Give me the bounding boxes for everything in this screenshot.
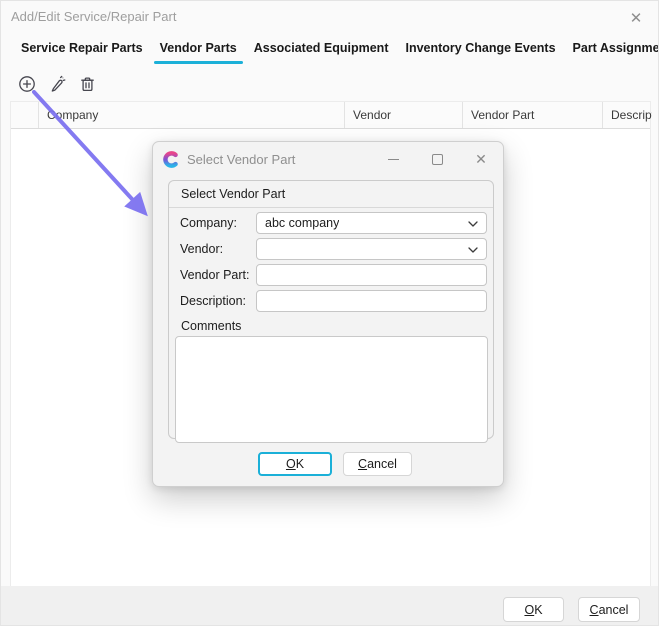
company-combobox[interactable]: abc company <box>256 212 487 234</box>
add-circle-icon <box>17 74 37 94</box>
tab-inventory-change-events[interactable]: Inventory Change Events <box>405 41 555 64</box>
magic-pen-icon <box>48 75 67 94</box>
vendor-label: Vendor: <box>180 242 256 256</box>
tab-part-assignments[interactable]: Part Assignments <box>573 41 659 64</box>
delete-vendor-part-button[interactable] <box>77 74 97 94</box>
edit-vendor-part-button[interactable] <box>47 74 67 94</box>
modal-close-icon[interactable]: ✕ <box>459 142 503 177</box>
chevron-down-icon <box>468 216 478 230</box>
vendor-part-row: Vendor Part: <box>180 264 487 286</box>
ok-button[interactable]: OK <box>503 597 564 622</box>
vendor-parts-toolbar <box>17 74 97 94</box>
modal-title: Select Vendor Part <box>187 152 371 167</box>
vendor-part-input[interactable] <box>256 264 487 286</box>
description-row: Description: <box>180 290 487 312</box>
modal-cancel-button[interactable]: Cancel <box>343 452 412 476</box>
trash-icon <box>78 75 97 94</box>
modal-window-controls: ✕ <box>371 142 503 177</box>
chevron-down-icon <box>468 242 478 256</box>
company-label: Company: <box>180 216 256 230</box>
vendor-row: Vendor: <box>180 238 487 260</box>
select-vendor-part-groupbox: Select Vendor Part Company: abc company … <box>168 180 494 439</box>
modal-ok-button[interactable]: OK <box>258 452 332 476</box>
window-title: Add/Edit Service/Repair Part <box>11 9 176 24</box>
tab-bar: Service Repair Parts Vendor Parts Associ… <box>21 41 659 64</box>
groupbox-title: Select Vendor Part <box>169 181 493 208</box>
add-vendor-part-button[interactable] <box>17 74 37 94</box>
tab-service-repair-parts[interactable]: Service Repair Parts <box>21 41 143 64</box>
column-header-selector[interactable] <box>11 102 39 128</box>
app-logo-icon <box>163 151 180 168</box>
company-combobox-value: abc company <box>265 216 339 230</box>
vendor-part-form: Company: abc company Vendor: <box>169 212 493 443</box>
dialog-footer: OK Cancel <box>1 586 658 625</box>
column-header-vendor-part[interactable]: Vendor Part <box>463 102 603 128</box>
maximize-icon[interactable] <box>415 142 459 177</box>
ok-button-label: OK <box>524 603 542 617</box>
add-edit-service-repair-part-window: Add/Edit Service/Repair Part ✕ Service R… <box>0 0 659 626</box>
minimize-icon[interactable] <box>371 142 415 177</box>
window-close-icon[interactable]: ✕ <box>622 5 650 31</box>
company-row: Company: abc company <box>180 212 487 234</box>
select-vendor-part-modal: Select Vendor Part ✕ Select Vendor Part … <box>152 141 504 487</box>
modal-cancel-label: Cancel <box>358 457 397 471</box>
modal-ok-label: OK <box>286 457 304 471</box>
vendor-combobox[interactable] <box>256 238 487 260</box>
comments-textarea[interactable] <box>175 336 488 443</box>
vendor-part-label: Vendor Part: <box>180 268 256 282</box>
column-header-company[interactable]: Company <box>39 102 345 128</box>
column-header-description[interactable]: Description <box>603 102 652 128</box>
tab-associated-equipment[interactable]: Associated Equipment <box>254 41 389 64</box>
comments-label: Comments <box>181 319 493 333</box>
column-header-vendor[interactable]: Vendor <box>345 102 463 128</box>
tab-vendor-parts[interactable]: Vendor Parts <box>160 41 237 64</box>
modal-title-bar[interactable]: Select Vendor Part ✕ <box>153 142 503 177</box>
table-header-row: Company Vendor Vendor Part Description <box>11 102 650 129</box>
description-input[interactable] <box>256 290 487 312</box>
cancel-button-label: Cancel <box>590 603 629 617</box>
description-label: Description: <box>180 294 256 308</box>
cancel-button[interactable]: Cancel <box>578 597 640 622</box>
